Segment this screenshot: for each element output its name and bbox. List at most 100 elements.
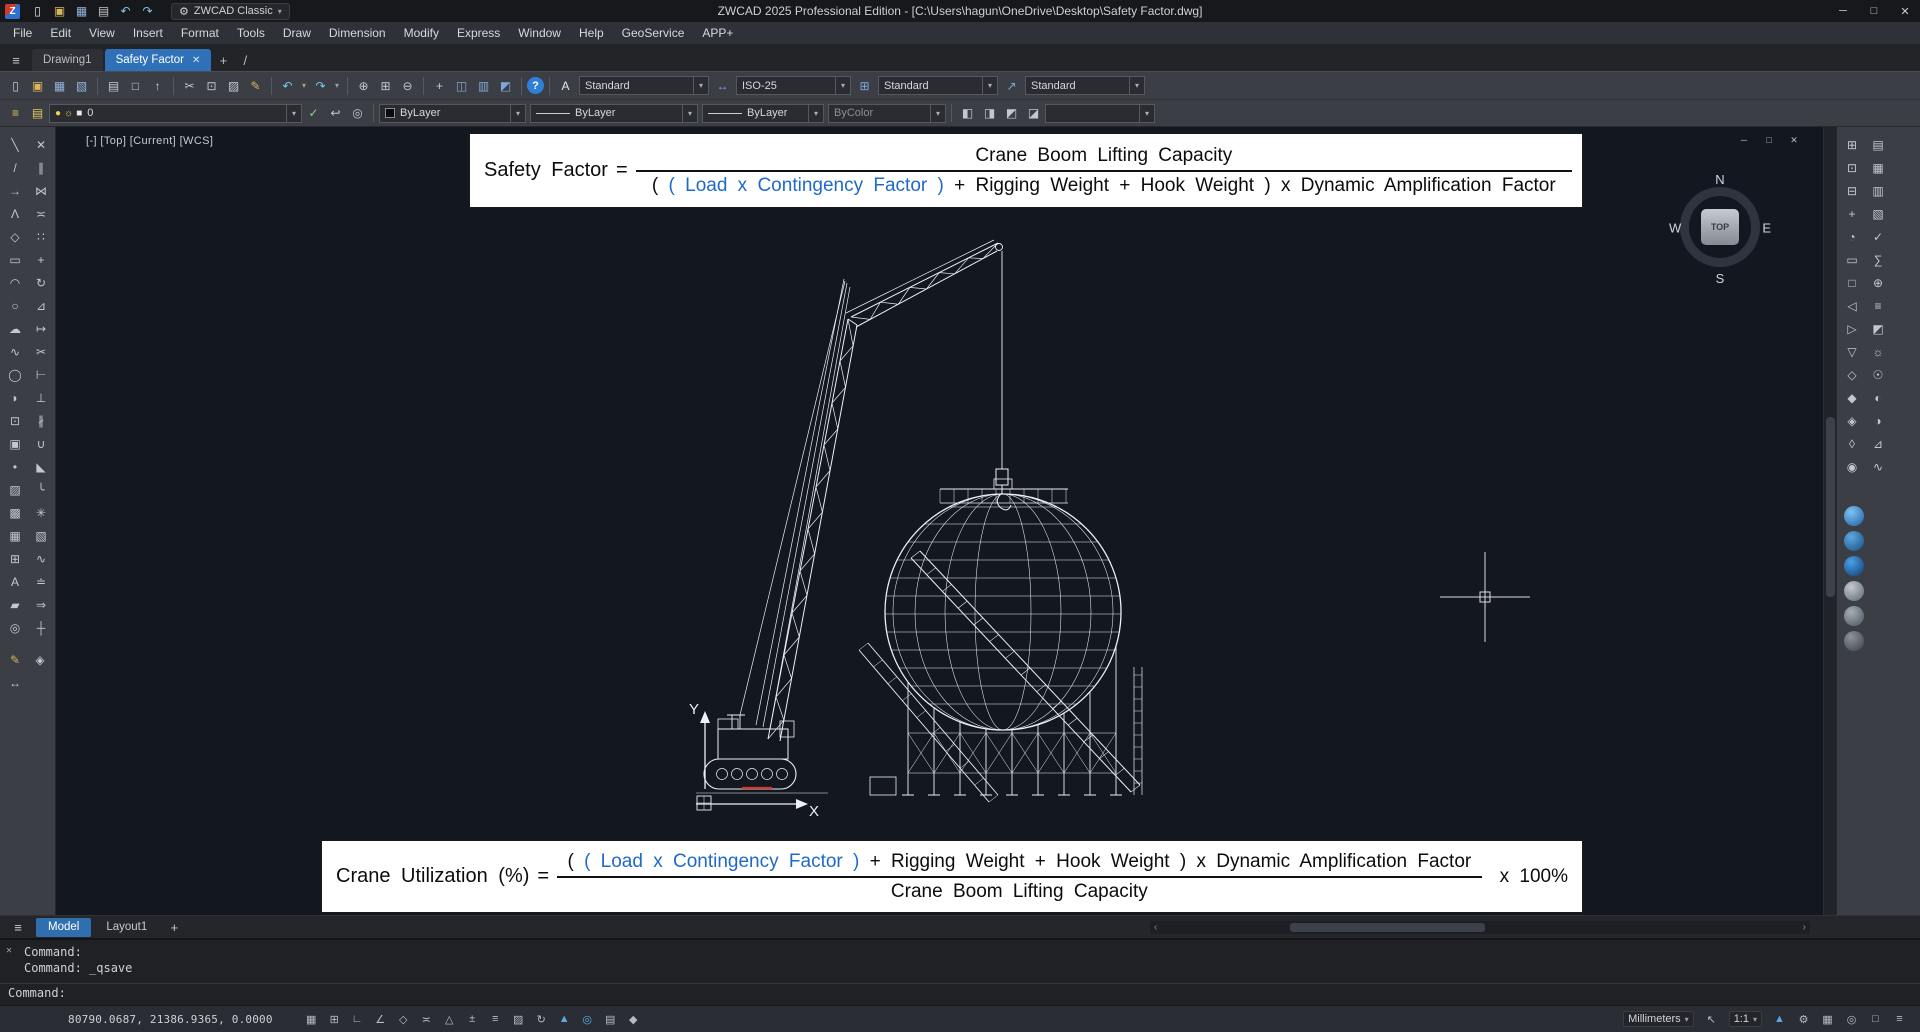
chevron-down-icon[interactable]: ▾	[682, 104, 697, 122]
open-icon[interactable]: ▣	[49, 2, 70, 21]
cut-icon[interactable]: ✂	[179, 76, 200, 95]
ortho-icon[interactable]: ∟	[347, 1010, 368, 1029]
view-left-icon[interactable]: ◁	[1840, 295, 1864, 317]
menu-item-edit[interactable]: Edit	[41, 22, 80, 44]
new-from-template-icon[interactable]: /	[235, 49, 255, 71]
layout-tab-model[interactable]: Model	[36, 917, 92, 937]
view-compass[interactable]: N S W E TOP	[1669, 172, 1771, 286]
gradient-icon[interactable]: ▩	[3, 502, 27, 524]
plot-icon[interactable]: ▤	[93, 2, 114, 21]
text-style-combo[interactable]: Standard ▾	[579, 76, 709, 95]
vs-realistic-icon[interactable]	[1844, 581, 1864, 601]
chevron-down-icon[interactable]: ▾	[982, 77, 997, 94]
sun-properties-icon[interactable]: ☉	[1866, 364, 1890, 386]
viewports-icon[interactable]: ◫	[451, 76, 472, 95]
menu-item-modify[interactable]: Modify	[395, 22, 448, 44]
zoom-extents-icon[interactable]: ⊞	[1840, 134, 1864, 156]
stretch-icon[interactable]: ↦	[29, 318, 53, 340]
annotation-scale-dropdown[interactable]: 1:1 ▾	[1728, 1011, 1762, 1027]
compass-east[interactable]: E	[1762, 221, 1771, 236]
chevron-down-icon[interactable]: ▾	[1139, 104, 1154, 122]
autoscale-icon[interactable]: ◎	[577, 1010, 598, 1029]
help-icon[interactable]: ?	[527, 77, 544, 94]
scale-icon[interactable]: ⊿	[29, 295, 53, 317]
move-icon[interactable]: +	[29, 249, 53, 271]
window-close-button[interactable]: ✕	[1890, 1, 1920, 22]
trim-icon[interactable]: ✂	[29, 341, 53, 363]
ucs-icon[interactable]: ┼	[29, 617, 53, 639]
erase-icon[interactable]: ✕	[29, 134, 53, 156]
zoom-previous-icon[interactable]: ⊖	[397, 76, 418, 95]
join-icon[interactable]: ∪	[29, 433, 53, 455]
rectangle-icon[interactable]: ▭	[3, 249, 27, 271]
view-nw-iso-icon[interactable]: ◊	[1840, 433, 1864, 455]
design-center-icon[interactable]: ▦	[1866, 157, 1890, 179]
menu-item-insert[interactable]: Insert	[124, 22, 172, 44]
menu-item-app+[interactable]: APP+	[693, 22, 742, 44]
lights-icon[interactable]: ☼	[1866, 341, 1890, 363]
undo-icon[interactable]: ↶	[277, 76, 298, 95]
plot-style-combo[interactable]: ByColor ▾	[828, 103, 946, 123]
dim-style-icon[interactable]: ↔	[712, 76, 733, 95]
polar-icon[interactable]: ∠	[370, 1010, 391, 1029]
line-icon[interactable]: ╲	[3, 134, 27, 156]
redo-icon[interactable]: ↷	[310, 76, 331, 95]
menu-item-format[interactable]: Format	[172, 22, 228, 44]
command-prompt[interactable]: Command:	[8, 986, 66, 1001]
lengthen-icon[interactable]: ⇒	[29, 594, 53, 616]
ellipse-icon[interactable]: ◯	[3, 364, 27, 386]
construction-line-icon[interactable]: /	[3, 157, 27, 179]
mleader-style-icon[interactable]: ↗	[1001, 76, 1022, 95]
isolate-objects-icon[interactable]: ◎	[1841, 1010, 1862, 1029]
spline-icon[interactable]: ∿	[3, 341, 27, 363]
quickcalc-icon[interactable]: ∑	[1866, 249, 1890, 271]
vs-sketchy-icon[interactable]	[1844, 631, 1864, 651]
compass-west[interactable]: W	[1669, 221, 1681, 236]
section-plane-icon[interactable]: ⊿	[1866, 433, 1890, 455]
chevron-down-icon[interactable]: ▾	[286, 104, 301, 122]
ducs-icon[interactable]: △	[439, 1010, 460, 1029]
render-icon[interactable]: ◩	[495, 76, 516, 95]
scrollbar-thumb[interactable]	[1826, 417, 1835, 597]
copy-icon[interactable]: ∥	[29, 157, 53, 179]
doc-tab-safety-factor[interactable]: Safety Factor ✕	[104, 49, 212, 71]
save-icon[interactable]: ▦	[71, 2, 92, 21]
view-sw-iso-icon[interactable]: ◇	[1840, 364, 1864, 386]
zoom-window-2-icon[interactable]: ⊡	[1840, 157, 1864, 179]
menu-item-file[interactable]: File	[4, 22, 41, 44]
insert-block-icon[interactable]: ⊡	[3, 410, 27, 432]
view-back-icon[interactable]: ▽	[1840, 341, 1864, 363]
explode-icon[interactable]: ✳	[29, 502, 53, 524]
isolate-icon[interactable]: ◆	[623, 1010, 644, 1029]
ellipse-arc-icon[interactable]: ◗	[3, 387, 27, 409]
layer-states-icon[interactable]: ▤	[27, 104, 48, 123]
draworder-send-back-icon[interactable]: ◨	[979, 104, 1000, 123]
save-as-icon[interactable]: ▧	[71, 76, 92, 95]
workspace-switching-icon[interactable]: ⚙	[1793, 1010, 1814, 1029]
publish-icon[interactable]: ↑	[147, 76, 168, 95]
viewport-restore-icon[interactable]: □	[1761, 133, 1777, 147]
close-icon[interactable]: ✕	[6, 945, 12, 956]
break-at-point-icon[interactable]: ⊥	[29, 387, 53, 409]
draworder-bring-front-icon[interactable]: ◧	[957, 104, 978, 123]
measure-icon[interactable]: ↔	[3, 672, 27, 694]
fillet-icon[interactable]: ╰	[29, 479, 53, 501]
menu-item-geoservice[interactable]: GeoService	[613, 22, 694, 44]
selection-cycling-icon[interactable]: ↻	[531, 1010, 552, 1029]
plot-icon[interactable]: ▤	[103, 76, 124, 95]
clean-screen-icon[interactable]: □	[1865, 1010, 1886, 1029]
vs-hidden-icon[interactable]	[1844, 531, 1864, 551]
zoom-realtime-icon[interactable]: ⊕	[353, 76, 374, 95]
dyn-icon[interactable]: ±	[462, 1010, 483, 1029]
hatch-icon[interactable]: ▨	[3, 479, 27, 501]
drawing-canvas[interactable]: XY [-] [Top] [Current] [WCS] ─ □ ✕ Safety …	[56, 127, 1836, 915]
menu-item-express[interactable]: Express	[448, 22, 509, 44]
print-preview-icon[interactable]: □	[125, 76, 146, 95]
drawing-viewport[interactable]: XY	[56, 127, 1836, 915]
layer-previous-icon[interactable]: ↩	[325, 104, 346, 123]
pan-2-icon[interactable]: +	[1840, 203, 1864, 225]
window-minimize-button[interactable]: ─	[1828, 1, 1858, 22]
scrollbar-thumb[interactable]	[1290, 922, 1485, 932]
redo-list-icon[interactable]: ▾	[332, 76, 342, 95]
chamfer-icon[interactable]: ◣	[29, 456, 53, 478]
